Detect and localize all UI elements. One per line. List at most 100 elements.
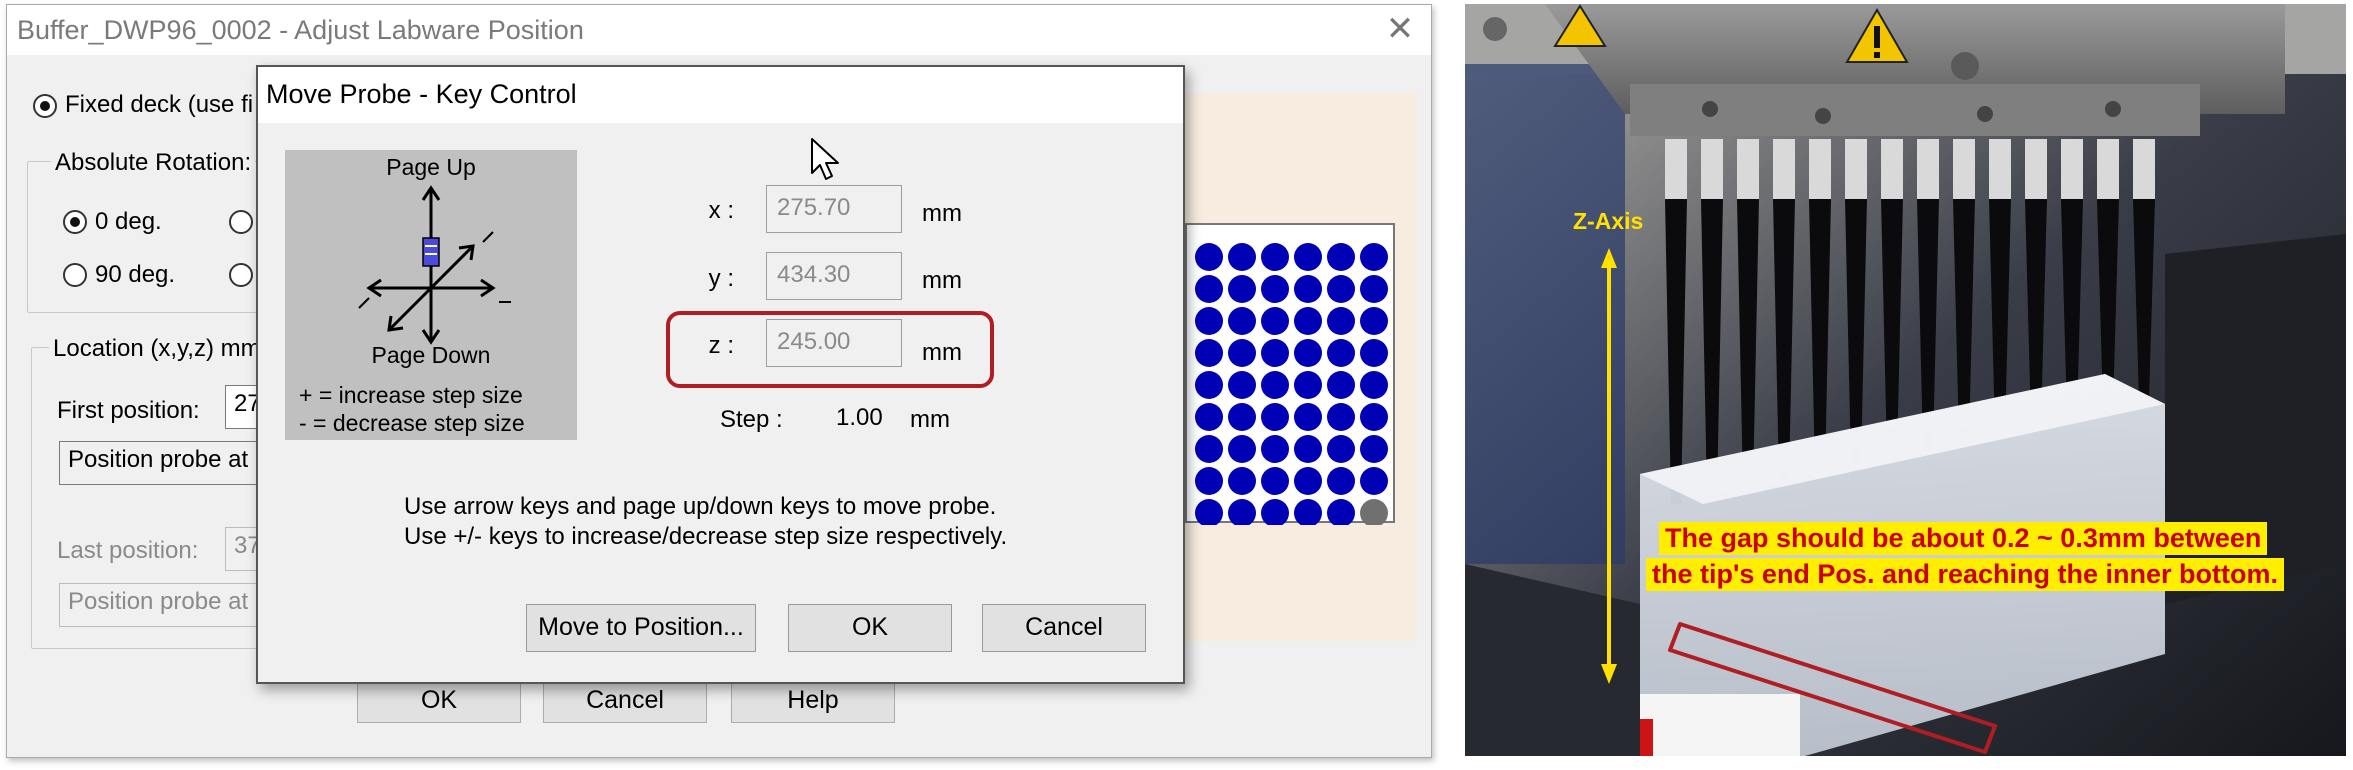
- position-probe-button-2[interactable]: Position probe at: [59, 583, 285, 627]
- rotation-90-label: 90 deg.: [95, 261, 176, 288]
- plate-well: [1360, 339, 1388, 367]
- position-probe-button-1[interactable]: Position probe at: [59, 441, 285, 485]
- gap-annotation-line-2: the tip's end Pos. and reaching the inne…: [1646, 558, 2284, 591]
- pipette-tip-collar: [1953, 139, 1975, 199]
- probe-dialog-title: Move Probe - Key Control: [266, 79, 577, 109]
- z-axis-label: Z-Axis: [1573, 208, 1644, 234]
- plate-well: [1228, 371, 1256, 399]
- plate-well: [1327, 467, 1355, 495]
- plate-well: [1261, 339, 1289, 367]
- pipette-tip-collar: [1773, 139, 1795, 199]
- plate-well: [1261, 275, 1289, 303]
- pipette-tip-collar: [1845, 139, 1867, 199]
- plate-well: [1327, 499, 1355, 527]
- plate-well: [1261, 307, 1289, 335]
- y-unit: mm: [922, 267, 962, 294]
- plate-well: [1360, 499, 1388, 527]
- plate-well: [1261, 467, 1289, 495]
- plate-well: [1261, 243, 1289, 271]
- plate-well: [1360, 403, 1388, 431]
- keypad-illustration: Page Up Page Down + = increase step size…: [285, 150, 577, 440]
- pipette-tip-collar: [1737, 139, 1759, 199]
- x-field[interactable]: 275.70: [766, 185, 902, 233]
- move-probe-dialog: Move Probe - Key Control Page Up Page Do…: [256, 65, 1185, 684]
- location-group-label: Location (x,y,z) mm: [49, 335, 265, 363]
- plate-well: [1360, 371, 1388, 399]
- x-label: x :: [708, 197, 734, 224]
- rotation-0-radio[interactable]: [63, 210, 87, 234]
- plate-well: [1195, 339, 1223, 367]
- plate-well: [1228, 243, 1256, 271]
- rotation-group-label: Absolute Rotation:: [51, 149, 256, 177]
- pipette-tip-collar: [2025, 139, 2047, 199]
- probe-titlebar: Move Probe - Key Control: [258, 67, 1183, 123]
- first-position-label: First position:: [57, 397, 200, 424]
- move-to-position-button[interactable]: Move to Position...: [526, 604, 756, 652]
- dialog-title: Buffer_DWP96_0002 - Adjust Labware Posit…: [17, 15, 584, 45]
- rotation-group: [27, 161, 279, 313]
- plate-well: [1294, 403, 1322, 431]
- probe-ok-button[interactable]: OK: [788, 604, 952, 652]
- pipette-tips-illustration: [1465, 4, 2346, 756]
- instruction-line-1: Use arrow keys and page up/down keys to …: [404, 493, 997, 520]
- plate-well: [1228, 339, 1256, 367]
- increase-step-hint: + = increase step size: [299, 382, 523, 408]
- rotation-90-radio[interactable]: [63, 263, 87, 287]
- plate-well: [1327, 307, 1355, 335]
- pipette-tip-collar: [1701, 139, 1723, 199]
- probe-cancel-button[interactable]: Cancel: [982, 604, 1146, 652]
- plate-well: [1228, 275, 1256, 303]
- pipette-tip-collar: [1989, 139, 2011, 199]
- plate-well: [1195, 403, 1223, 431]
- gap-annotation-line-1: The gap should be about 0.2 ~ 0.3mm betw…: [1659, 522, 2268, 555]
- decrease-step-hint: - = decrease step size: [299, 410, 525, 436]
- page-up-label: Page Up: [386, 154, 476, 180]
- plate-well: [1195, 435, 1223, 463]
- step-unit: mm: [910, 406, 950, 433]
- z-highlight-box: [666, 311, 994, 388]
- pipette-tip-collar: [1881, 139, 1903, 199]
- step-value: 1.00: [836, 404, 883, 431]
- fixed-deck-radio[interactable]: [33, 94, 57, 118]
- instrument-photo: Z-Axis The gap should be about 0.2 ~ 0.3…: [1465, 4, 2346, 756]
- plate-well: [1261, 499, 1289, 527]
- plate-well: [1327, 243, 1355, 271]
- plate-well: [1195, 275, 1223, 303]
- plate-well: [1228, 467, 1256, 495]
- plate-well: [1327, 371, 1355, 399]
- plate-wells: [1195, 243, 1388, 527]
- rotation-0-label: 0 deg.: [95, 208, 162, 235]
- instruction-line-2: Use +/- keys to increase/decrease step s…: [404, 523, 1008, 550]
- plate-well: [1261, 403, 1289, 431]
- plate-well: [1360, 243, 1388, 271]
- plate-well: [1294, 339, 1322, 367]
- plate-well: [1327, 339, 1355, 367]
- rotation-180-radio[interactable]: [229, 210, 253, 234]
- plate-well: [1228, 307, 1256, 335]
- plate-well: [1195, 499, 1223, 527]
- plate-well: [1294, 467, 1322, 495]
- plate-well: [1294, 371, 1322, 399]
- close-icon[interactable]: ✕: [1382, 11, 1418, 47]
- y-field[interactable]: 434.30: [766, 252, 902, 300]
- plate-well: [1294, 499, 1322, 527]
- plate-well: [1261, 435, 1289, 463]
- plate-well: [1195, 371, 1223, 399]
- plate-well: [1228, 403, 1256, 431]
- plate-well: [1195, 467, 1223, 495]
- fixed-deck-label: Fixed deck (use fi: [65, 91, 254, 118]
- mouse-cursor-icon: [811, 138, 839, 180]
- last-position-label: Last position:: [57, 537, 199, 564]
- pipette-tip-collar: [1917, 139, 1939, 199]
- plate-well: [1195, 307, 1223, 335]
- plate-well: [1261, 371, 1289, 399]
- plate-well: [1327, 275, 1355, 303]
- plate-well: [1327, 435, 1355, 463]
- plate-well: [1294, 307, 1322, 335]
- dialog-titlebar: Buffer_DWP96_0002 - Adjust Labware Posit…: [7, 5, 1431, 55]
- plate-well: [1360, 307, 1388, 335]
- plate-diagram: [1185, 223, 1395, 527]
- plate-well: [1294, 275, 1322, 303]
- x-unit: mm: [922, 200, 962, 227]
- rotation-270-radio[interactable]: [229, 263, 253, 287]
